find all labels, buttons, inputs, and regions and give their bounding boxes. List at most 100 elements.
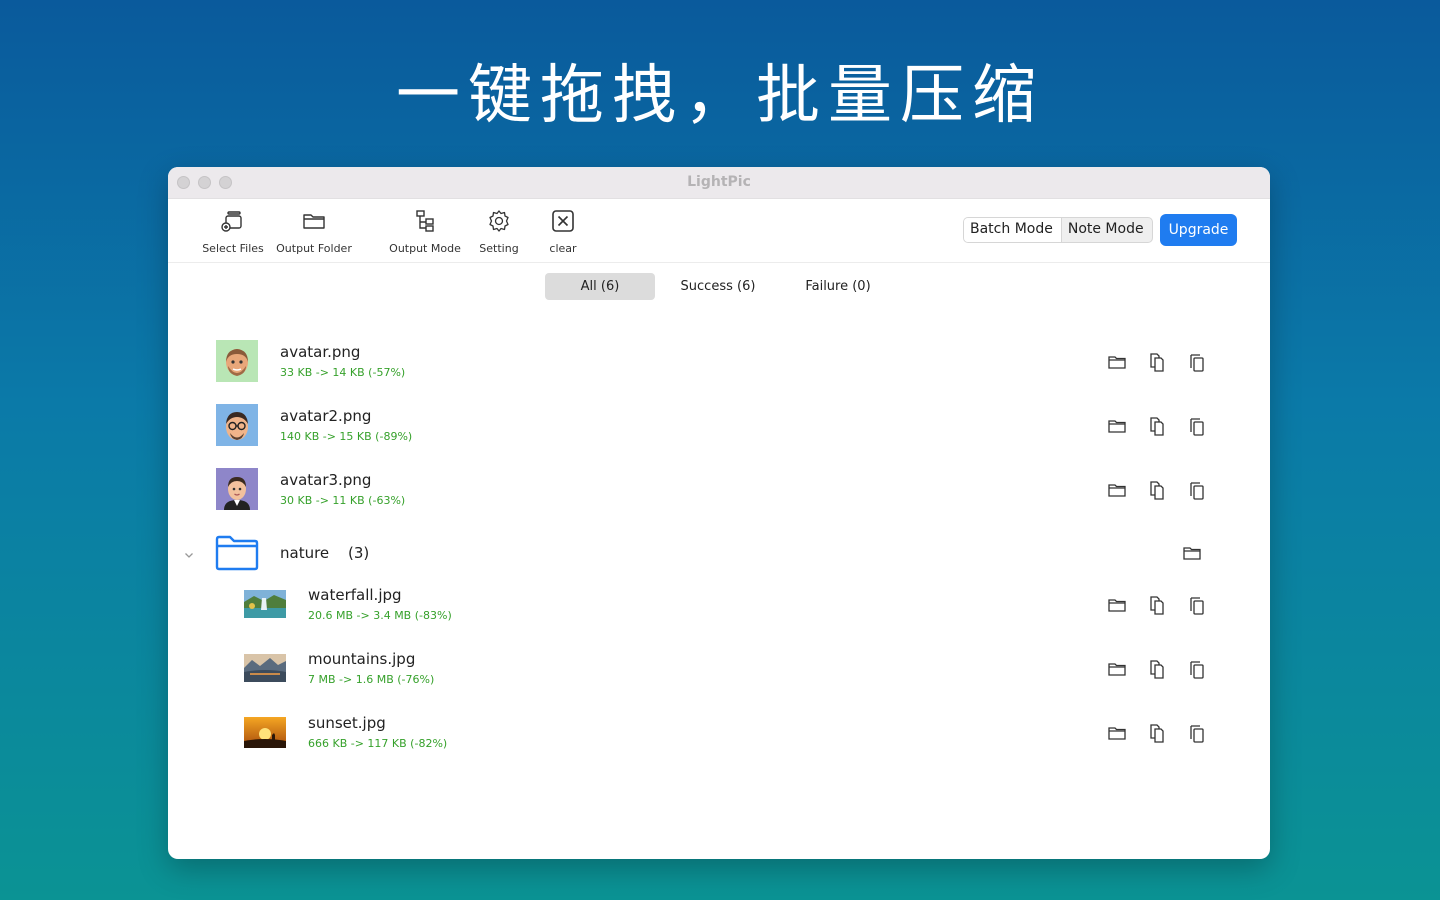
- tab-failure[interactable]: Failure (0): [783, 273, 893, 300]
- clear-button[interactable]: clear: [523, 208, 603, 255]
- file-row[interactable]: sunset.jpg 666 KB -> 117 KB (-82%): [168, 702, 1270, 766]
- folder-count: (3): [348, 544, 370, 562]
- add-files-icon: [221, 211, 242, 232]
- reveal-folder-icon: [1183, 547, 1201, 560]
- file-thumbnail: [216, 404, 258, 446]
- filter-tabs: All (6) Success (6) Failure (0): [168, 273, 1270, 301]
- file-row[interactable]: mountains.jpg 7 MB -> 1.6 MB (-76%): [168, 638, 1270, 702]
- copy-file-button[interactable]: [1147, 480, 1167, 500]
- duplicate-icon: [1190, 661, 1204, 679]
- output-mode-button[interactable]: Output Mode: [385, 208, 465, 255]
- copy-icon: [1150, 660, 1164, 679]
- tab-all[interactable]: All (6): [545, 273, 655, 300]
- file-row[interactable]: avatar2.png 140 KB -> 15 KB (-89%): [168, 395, 1270, 459]
- reveal-folder-icon: [1108, 663, 1126, 676]
- reveal-folder-icon: [1108, 727, 1126, 740]
- file-name: waterfall.jpg: [308, 586, 402, 604]
- duplicate-file-button[interactable]: [1187, 659, 1207, 679]
- output-mode-label: Output Mode: [389, 242, 461, 255]
- clear-label: clear: [549, 242, 577, 255]
- file-name: sunset.jpg: [308, 714, 386, 732]
- avatar-image: [226, 349, 248, 376]
- expand-folder-toggle[interactable]: [183, 546, 195, 558]
- reveal-in-folder-button[interactable]: [1107, 723, 1127, 743]
- duplicate-icon: [1190, 418, 1204, 436]
- folder-name: nature: [280, 544, 330, 562]
- file-row[interactable]: avatar3.png 30 KB -> 11 KB (-63%): [168, 459, 1270, 523]
- upgrade-button[interactable]: Upgrade: [1160, 214, 1237, 246]
- reveal-folder-icon: [1108, 484, 1126, 497]
- copy-icon: [1150, 481, 1164, 500]
- chevron-down-icon: [185, 553, 193, 558]
- copy-file-button[interactable]: [1147, 659, 1167, 679]
- copy-file-button[interactable]: [1147, 352, 1167, 372]
- duplicate-icon: [1190, 597, 1204, 615]
- reveal-in-folder-button[interactable]: [1107, 416, 1127, 436]
- gear-icon: [489, 210, 509, 232]
- copy-file-button[interactable]: [1147, 595, 1167, 615]
- folder-icon: [303, 214, 325, 229]
- reveal-in-folder-button[interactable]: [1107, 480, 1127, 500]
- file-row[interactable]: waterfall.jpg 20.6 MB -> 3.4 MB (-83%): [168, 574, 1270, 638]
- setting-label: Setting: [479, 242, 519, 255]
- folder-icon: [215, 535, 259, 571]
- duplicate-icon: [1190, 354, 1204, 372]
- headline: 一键拖拽，批量压缩: [396, 59, 1044, 133]
- file-thumbnail: [216, 468, 258, 510]
- file-name: avatar2.png: [280, 407, 372, 425]
- file-size-change: 20.6 MB -> 3.4 MB (-83%): [308, 609, 452, 622]
- copy-file-button[interactable]: [1147, 723, 1167, 743]
- file-thumbnail: [216, 340, 258, 382]
- tab-success[interactable]: Success (6): [663, 273, 773, 300]
- file-thumbnail: [244, 590, 286, 618]
- reveal-folder-button[interactable]: [1182, 543, 1202, 563]
- output-folder-label: Output Folder: [276, 242, 352, 255]
- duplicate-file-button[interactable]: [1187, 416, 1207, 436]
- avatar-image: [224, 477, 250, 510]
- toolbar: Select Files Output Folder Output Mode S…: [168, 199, 1270, 263]
- mountains-image: [244, 654, 286, 682]
- file-row[interactable]: avatar.png 33 KB -> 14 KB (-57%): [168, 331, 1270, 395]
- title-bar: LightPic: [168, 167, 1270, 199]
- duplicate-icon: [1190, 482, 1204, 500]
- duplicate-file-button[interactable]: [1187, 352, 1207, 372]
- batch-mode-button[interactable]: Batch Mode: [964, 218, 1062, 242]
- window-title: LightPic: [687, 174, 751, 190]
- reveal-in-folder-button[interactable]: [1107, 595, 1127, 615]
- copy-file-button[interactable]: [1147, 416, 1167, 436]
- file-thumbnail: [244, 717, 286, 748]
- reveal-folder-icon: [1108, 599, 1126, 612]
- output-folder-button[interactable]: Output Folder: [274, 208, 354, 255]
- duplicate-file-button[interactable]: [1187, 723, 1207, 743]
- sunset-image: [244, 717, 286, 748]
- avatar-image: [226, 412, 248, 440]
- output-mode-icon: [416, 210, 434, 232]
- file-name: mountains.jpg: [308, 650, 416, 668]
- app-window: LightPic Select Files Output Folder Outp…: [168, 167, 1270, 859]
- waterfall-image: [244, 590, 286, 618]
- reveal-folder-icon: [1108, 356, 1126, 369]
- duplicate-file-button[interactable]: [1187, 595, 1207, 615]
- copy-icon: [1150, 353, 1164, 372]
- select-files-button[interactable]: Select Files: [193, 208, 273, 255]
- copy-icon: [1150, 417, 1164, 436]
- reveal-in-folder-button[interactable]: [1107, 352, 1127, 372]
- file-size-change: 7 MB -> 1.6 MB (-76%): [308, 673, 435, 686]
- select-files-label: Select Files: [202, 242, 264, 255]
- file-size-change: 30 KB -> 11 KB (-63%): [280, 494, 406, 507]
- reveal-in-folder-button[interactable]: [1107, 659, 1127, 679]
- reveal-folder-icon: [1108, 420, 1126, 433]
- copy-icon: [1150, 724, 1164, 743]
- mode-segmented-control: Batch Mode Note Mode: [963, 217, 1153, 243]
- file-size-change: 33 KB -> 14 KB (-57%): [280, 366, 406, 379]
- duplicate-icon: [1190, 725, 1204, 743]
- note-mode-button[interactable]: Note Mode: [1062, 218, 1152, 242]
- copy-icon: [1150, 596, 1164, 615]
- file-size-change: 666 KB -> 117 KB (-82%): [308, 737, 448, 750]
- duplicate-file-button[interactable]: [1187, 480, 1207, 500]
- close-box-icon: [552, 210, 574, 232]
- file-name: avatar.png: [280, 343, 361, 361]
- file-name: avatar3.png: [280, 471, 372, 489]
- file-thumbnail: [244, 654, 286, 682]
- folder-row[interactable]: nature (3): [168, 525, 1270, 581]
